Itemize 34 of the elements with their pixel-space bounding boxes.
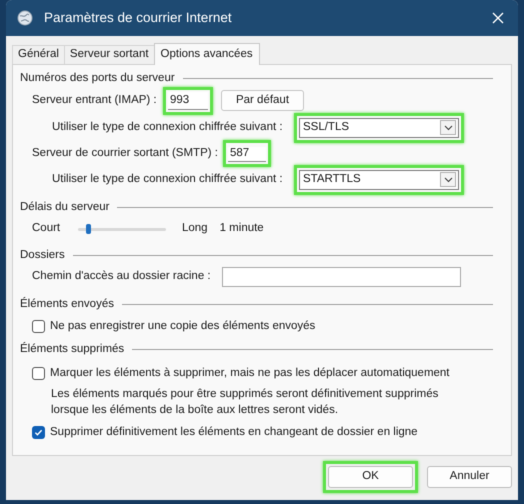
field-label: Serveur de courrier sortant (SMTP) : bbox=[32, 146, 219, 162]
field-label: Utiliser le type de connexion chiffrée suivant : bbox=[52, 120, 284, 136]
slider-thumb[interactable] bbox=[86, 224, 92, 234]
timeout-slider[interactable] bbox=[78, 222, 166, 234]
globe-icon bbox=[16, 9, 34, 27]
checkbox[interactable]: Ne pas enregistrer une copie des éléments envoyés bbox=[20, 318, 511, 336]
port-field[interactable]: 993 bbox=[168, 92, 208, 110]
window-title: Paramètres de courrier Internet bbox=[44, 8, 233, 27]
root-folder-field[interactable] bbox=[222, 266, 461, 287]
section-title: Dossiers bbox=[20, 248, 65, 262]
slider-max-label: Long bbox=[182, 220, 208, 236]
tab[interactable]: Général bbox=[12, 45, 65, 64]
checkbox[interactable]: Marquer les éléments à supprimer, mais ne pas les déplacer automatiquement bbox=[20, 364, 511, 382]
chevron-down-icon bbox=[440, 172, 456, 188]
encryption-dropdown[interactable]: SSL/TLS bbox=[299, 118, 459, 138]
checkbox[interactable]: Supprimer définitivement les éléments en changeant de dossier en ligne bbox=[20, 424, 511, 441]
close-icon bbox=[492, 12, 504, 24]
field-label: Chemin d'accès au dossier racine : bbox=[32, 269, 212, 284]
section-title: Numéros des ports du serveur bbox=[20, 71, 175, 86]
field-label: Utiliser le type de connexion chiffrée suivant : bbox=[52, 172, 284, 188]
section-title: Délais du serveur bbox=[20, 200, 110, 216]
section-title: Éléments envoyés bbox=[20, 296, 114, 312]
encryption-dropdown[interactable]: STARTTLS bbox=[299, 170, 459, 190]
port-field[interactable]: 587 bbox=[228, 146, 266, 162]
option-note: Les éléments marqués pour être supprimés seront définitivement supprimés lorsque les éléments de la boîte aux lettres seront vidés. bbox=[50, 386, 440, 418]
section-title: Éléments supprimés bbox=[20, 341, 124, 358]
field-label: Serveur entrant (IMAP) : bbox=[32, 93, 158, 108]
dialog-button[interactable]: Annuler bbox=[427, 466, 512, 488]
slider-reading: 1 minute bbox=[220, 220, 264, 236]
chevron-down-icon bbox=[440, 120, 456, 136]
tab[interactable]: Options avancées bbox=[154, 43, 260, 65]
dialog-button[interactable]: OK bbox=[328, 466, 413, 488]
default-button[interactable]: Par défaut bbox=[221, 90, 304, 112]
slider-min-label: Court bbox=[32, 220, 62, 236]
